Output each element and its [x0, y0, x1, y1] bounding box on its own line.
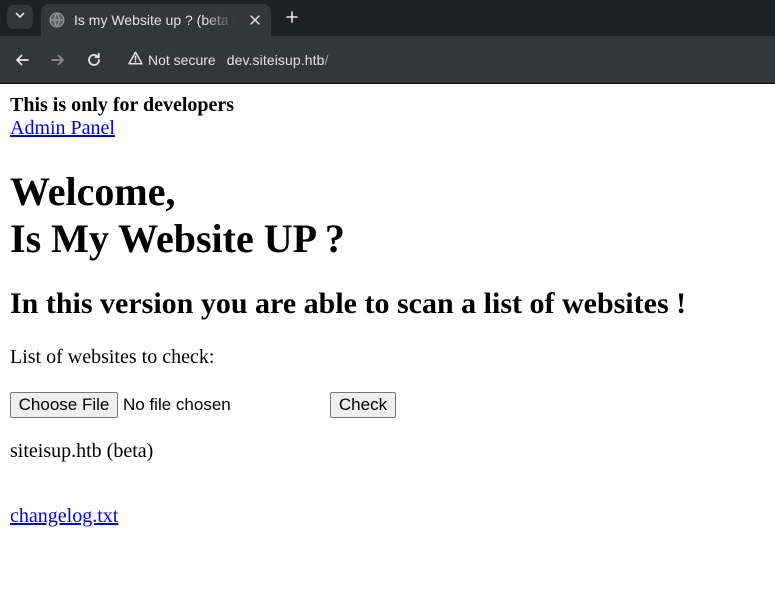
close-icon[interactable] — [245, 10, 265, 30]
plus-icon[interactable] — [281, 6, 303, 28]
list-label: List of websites to check: — [10, 346, 215, 368]
globe-icon — [49, 12, 65, 28]
security-chip[interactable]: Not secure — [118, 46, 224, 74]
url-text[interactable]: dev.siteisup.htb/ — [227, 52, 329, 68]
welcome-line-1: Welcome, — [10, 169, 176, 214]
security-label: Not secure — [148, 52, 216, 68]
tab-title: Is my Website up ? (beta version) — [74, 12, 236, 28]
browser-toolbar: Not secure dev.siteisup.htb/ — [0, 36, 775, 83]
check-button[interactable]: Check — [330, 392, 396, 418]
site-beta-text: siteisup.htb (beta) — [10, 440, 154, 462]
tab-strip: Is my Website up ? (beta version) — [0, 0, 775, 36]
warning-icon — [128, 50, 143, 70]
choose-file-button[interactable]: Choose File — [10, 392, 118, 418]
developer-note: This is only for developers — [10, 94, 235, 116]
chevron-down-icon — [14, 8, 26, 26]
page-content: This is only for developers Admin Panel … — [0, 84, 775, 599]
forward-arrow-icon[interactable] — [46, 48, 70, 72]
active-tab[interactable]: Is my Website up ? (beta version) — [41, 4, 271, 36]
tab-search-button[interactable] — [7, 5, 33, 29]
welcome-line-2: Is My Website UP ? — [10, 216, 345, 261]
url-path: / — [324, 52, 329, 68]
url-host: dev.siteisup.htb — [226, 52, 325, 68]
page-title: Welcome, Is My Website UP ? — [10, 168, 345, 262]
file-status: No file chosen — [123, 395, 231, 414]
admin-panel-link[interactable]: Admin Panel — [10, 117, 115, 140]
changelog-link[interactable]: changelog.txt — [10, 505, 118, 528]
address-bar[interactable]: Not secure dev.siteisup.htb/ — [118, 44, 775, 76]
subtitle: In this version you are able to scan a l… — [10, 287, 687, 320]
back-arrow-icon[interactable] — [10, 48, 34, 72]
reload-icon[interactable] — [82, 48, 106, 72]
